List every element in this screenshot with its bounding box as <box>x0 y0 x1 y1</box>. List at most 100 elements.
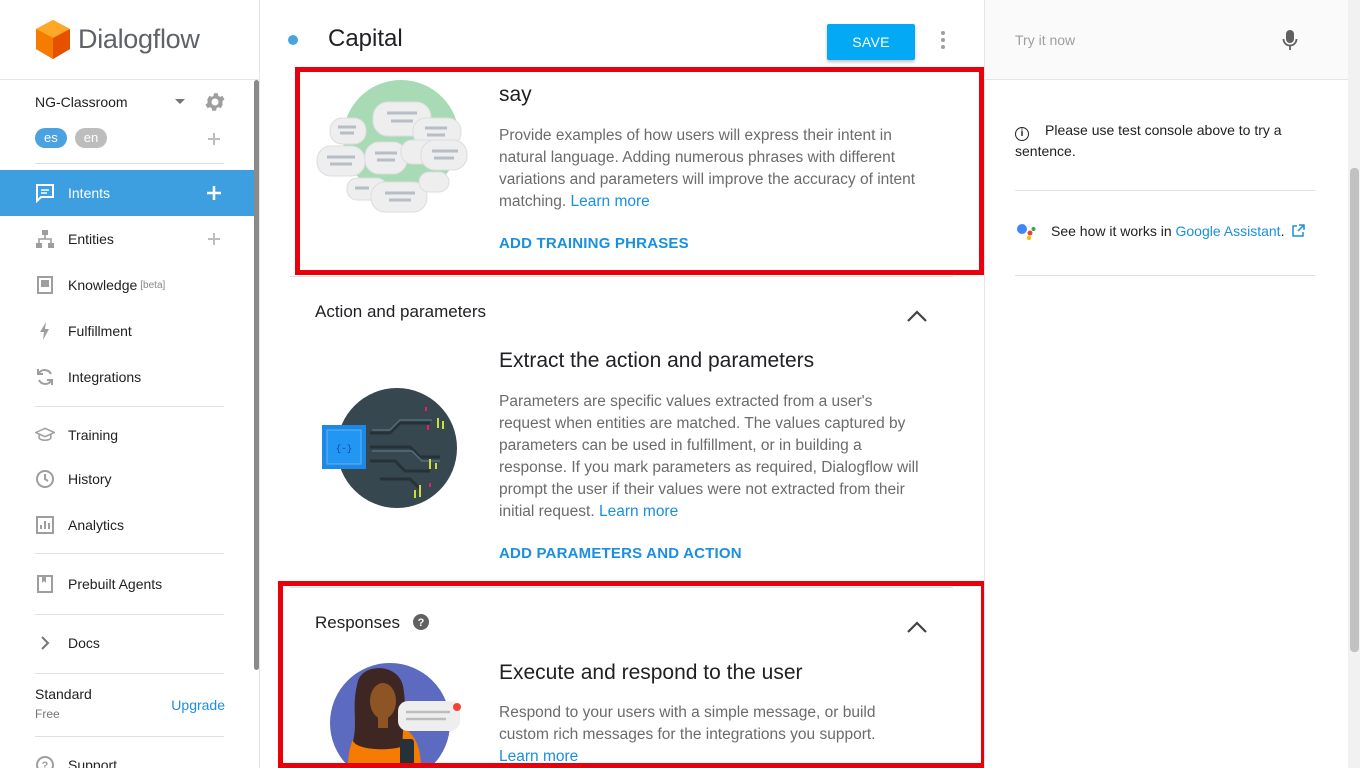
collapse-chevron-icon[interactable] <box>906 309 928 323</box>
console-info-message: i Please use test console above to try a … <box>1015 122 1282 159</box>
sidebar-item-entities[interactable]: Entities <box>0 216 254 262</box>
caret-down-icon[interactable] <box>175 99 185 104</box>
test-console: Try it now i Please use test console abov… <box>984 0 1360 768</box>
agent-name: NG-Classroom <box>35 94 128 110</box>
add-training-phrases-button[interactable]: ADD TRAINING PHRASES <box>499 235 689 252</box>
beta-badge: [beta] <box>140 279 166 291</box>
sidebar-item-knowledge[interactable]: Knowledge [beta] <box>0 262 254 308</box>
sidebar-item-support[interactable]: ? Support <box>0 742 254 768</box>
intent-name[interactable]: Capital <box>328 25 403 53</box>
svg-text:?: ? <box>42 760 49 768</box>
action-parameters-description: Parameters are specific values extracted… <box>499 393 919 520</box>
intent-editor: Capital SAVE say Provide examples of how… <box>260 0 984 768</box>
hierarchy-icon <box>35 229 55 249</box>
responses-heading: Execute and respond to the user <box>499 661 803 684</box>
speech-bubbles-illustration <box>316 80 468 213</box>
graduation-cap-icon <box>35 425 55 445</box>
info-icon: i <box>1015 127 1029 141</box>
sidebar-item-analytics[interactable]: Analytics <box>0 502 254 548</box>
sidebar-item-history[interactable]: History <box>0 456 254 502</box>
divider <box>1015 275 1315 276</box>
dialogflow-logo-icon <box>36 19 70 59</box>
language-chips: es en <box>35 128 108 148</box>
help-circle-icon: ? <box>35 755 55 768</box>
action-parameters-heading: Extract the action and parameters <box>499 349 815 372</box>
sidebar-item-prebuilt-agents[interactable]: Prebuilt Agents <box>0 561 254 607</box>
responses-description: Respond to your users with a simple mess… <box>499 704 876 765</box>
book-icon <box>35 275 55 295</box>
google-assistant-link[interactable]: Google Assistant <box>1176 223 1281 239</box>
action-parameters-learn-more-link[interactable]: Learn more <box>599 503 678 520</box>
divider <box>35 673 224 674</box>
sidebar-item-docs[interactable]: Docs <box>0 620 254 666</box>
circuit-illustration: {-} <box>322 388 457 508</box>
intent-status-dot <box>288 35 298 45</box>
plan-info: Standard Free Upgrade <box>35 686 225 726</box>
sidebar-item-label: Fulfillment <box>68 323 132 339</box>
sidebar-item-training[interactable]: Training <box>0 412 254 458</box>
upgrade-link[interactable]: Upgrade <box>171 697 225 713</box>
clock-icon <box>35 469 55 489</box>
person-with-phone-illustration <box>330 663 461 768</box>
svg-text:{-}: {-} <box>336 444 352 454</box>
training-description: Provide examples of how users will expre… <box>499 127 916 210</box>
sync-icon <box>35 367 55 387</box>
training-learn-more-link[interactable]: Learn more <box>571 193 650 210</box>
chat-bubble-icon <box>35 183 55 203</box>
divider <box>35 406 224 407</box>
add-entity-icon[interactable] <box>206 231 222 247</box>
scrollbar-thumb[interactable] <box>1350 168 1359 652</box>
more-vert-icon[interactable] <box>938 30 948 50</box>
lightning-icon <box>35 321 55 341</box>
add-intent-icon[interactable] <box>206 185 222 201</box>
responses-learn-more-link[interactable]: Learn more <box>499 748 578 765</box>
action-parameters-panel: Action and parameters Extract the action… <box>290 277 953 582</box>
sidebar-scrollbar[interactable] <box>254 80 259 670</box>
gear-icon[interactable] <box>203 90 227 114</box>
sidebar-item-label: Docs <box>68 635 100 651</box>
logo[interactable]: Dialogflow <box>0 0 259 80</box>
logo-text: Dialogflow <box>78 24 200 54</box>
try-it-now-input[interactable]: Try it now <box>1015 32 1075 48</box>
sidebar-item-fulfillment[interactable]: Fulfillment <box>0 308 254 354</box>
add-language-icon[interactable] <box>206 131 222 147</box>
external-link-icon[interactable] <box>1292 224 1306 237</box>
intent-header: Capital SAVE <box>260 0 984 80</box>
sidebar-item-label: Prebuilt Agents <box>68 576 163 592</box>
bar-chart-icon <box>35 515 55 535</box>
google-assistant-row: See how it works in Google Assistant. <box>1015 221 1335 243</box>
try-it-now-bar: Try it now <box>985 0 1349 80</box>
responses-panel: Responses ? Execute and respond to the u… <box>290 588 953 768</box>
sidebar-item-label: Training <box>68 427 119 443</box>
sidebar-item-label: Intents <box>68 185 111 201</box>
sidebar-item-label: Entities <box>68 231 114 247</box>
save-button[interactable]: SAVE <box>827 24 915 60</box>
sidebar-item-integrations[interactable]: Integrations <box>0 354 254 400</box>
console-scrollbar[interactable] <box>1348 0 1360 768</box>
language-chip-es[interactable]: es <box>35 128 67 148</box>
sidebar-item-intents[interactable]: Intents <box>0 170 254 216</box>
svg-text:?: ? <box>417 617 424 629</box>
sidebar-item-label: Analytics <box>68 517 125 533</box>
sidebar-item-label: Support <box>68 757 118 768</box>
help-icon[interactable]: ? <box>412 614 429 630</box>
google-assistant-icon <box>1015 221 1037 243</box>
agent-selector[interactable]: NG-Classroom <box>35 88 225 116</box>
sidebar-item-label: History <box>68 471 112 487</box>
divider <box>1015 190 1315 191</box>
sidebar-item-label: Integrations <box>68 369 142 385</box>
sidebar: Dialogflow NG-Classroom es en Intents En… <box>0 0 260 768</box>
sidebar-item-label: Knowledge <box>68 277 138 293</box>
microphone-icon[interactable] <box>1282 29 1298 51</box>
collapse-chevron-icon[interactable] <box>906 620 928 634</box>
training-heading: say <box>499 83 532 106</box>
divider <box>35 163 224 164</box>
language-chip-en[interactable]: en <box>74 128 108 148</box>
add-parameters-and-action-button[interactable]: ADD PARAMETERS AND ACTION <box>499 545 742 562</box>
divider <box>35 736 224 737</box>
training-phrases-panel: say Provide examples of how users will e… <box>290 80 953 277</box>
divider <box>35 614 224 615</box>
responses-title[interactable]: Responses ? <box>315 613 429 633</box>
action-parameters-title[interactable]: Action and parameters <box>315 302 486 322</box>
divider <box>35 553 224 554</box>
